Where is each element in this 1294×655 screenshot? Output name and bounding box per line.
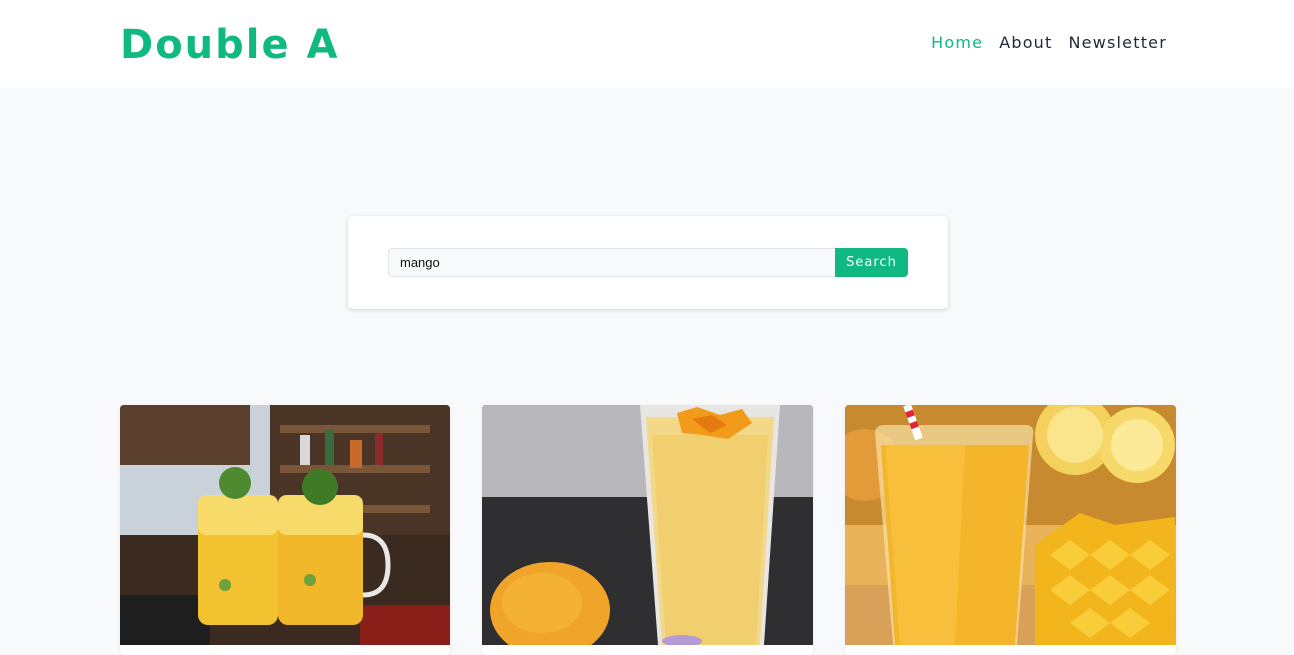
recipe-card[interactable] [845,405,1176,655]
mango-smoothie-image[interactable] [482,405,813,645]
search-button[interactable]: Search [835,248,908,277]
mango-juice-image[interactable] [845,405,1176,645]
main-nav: Home About Newsletter [931,32,1167,54]
brand-logo[interactable]: Double A [120,20,340,70]
search-card: Search [348,216,948,309]
search-form: Search [388,248,908,277]
search-input[interactable] [388,248,835,277]
recipe-card[interactable] [120,405,450,655]
mango-mojito-image[interactable] [120,405,450,645]
recipe-cards [120,405,1176,655]
nav-link-newsletter[interactable]: Newsletter [1069,32,1168,54]
nav-link-home[interactable]: Home [931,32,983,54]
nav-link-about[interactable]: About [999,32,1052,54]
recipe-card[interactable] [482,405,813,655]
site-header: Double A Home About Newsletter [0,0,1294,88]
